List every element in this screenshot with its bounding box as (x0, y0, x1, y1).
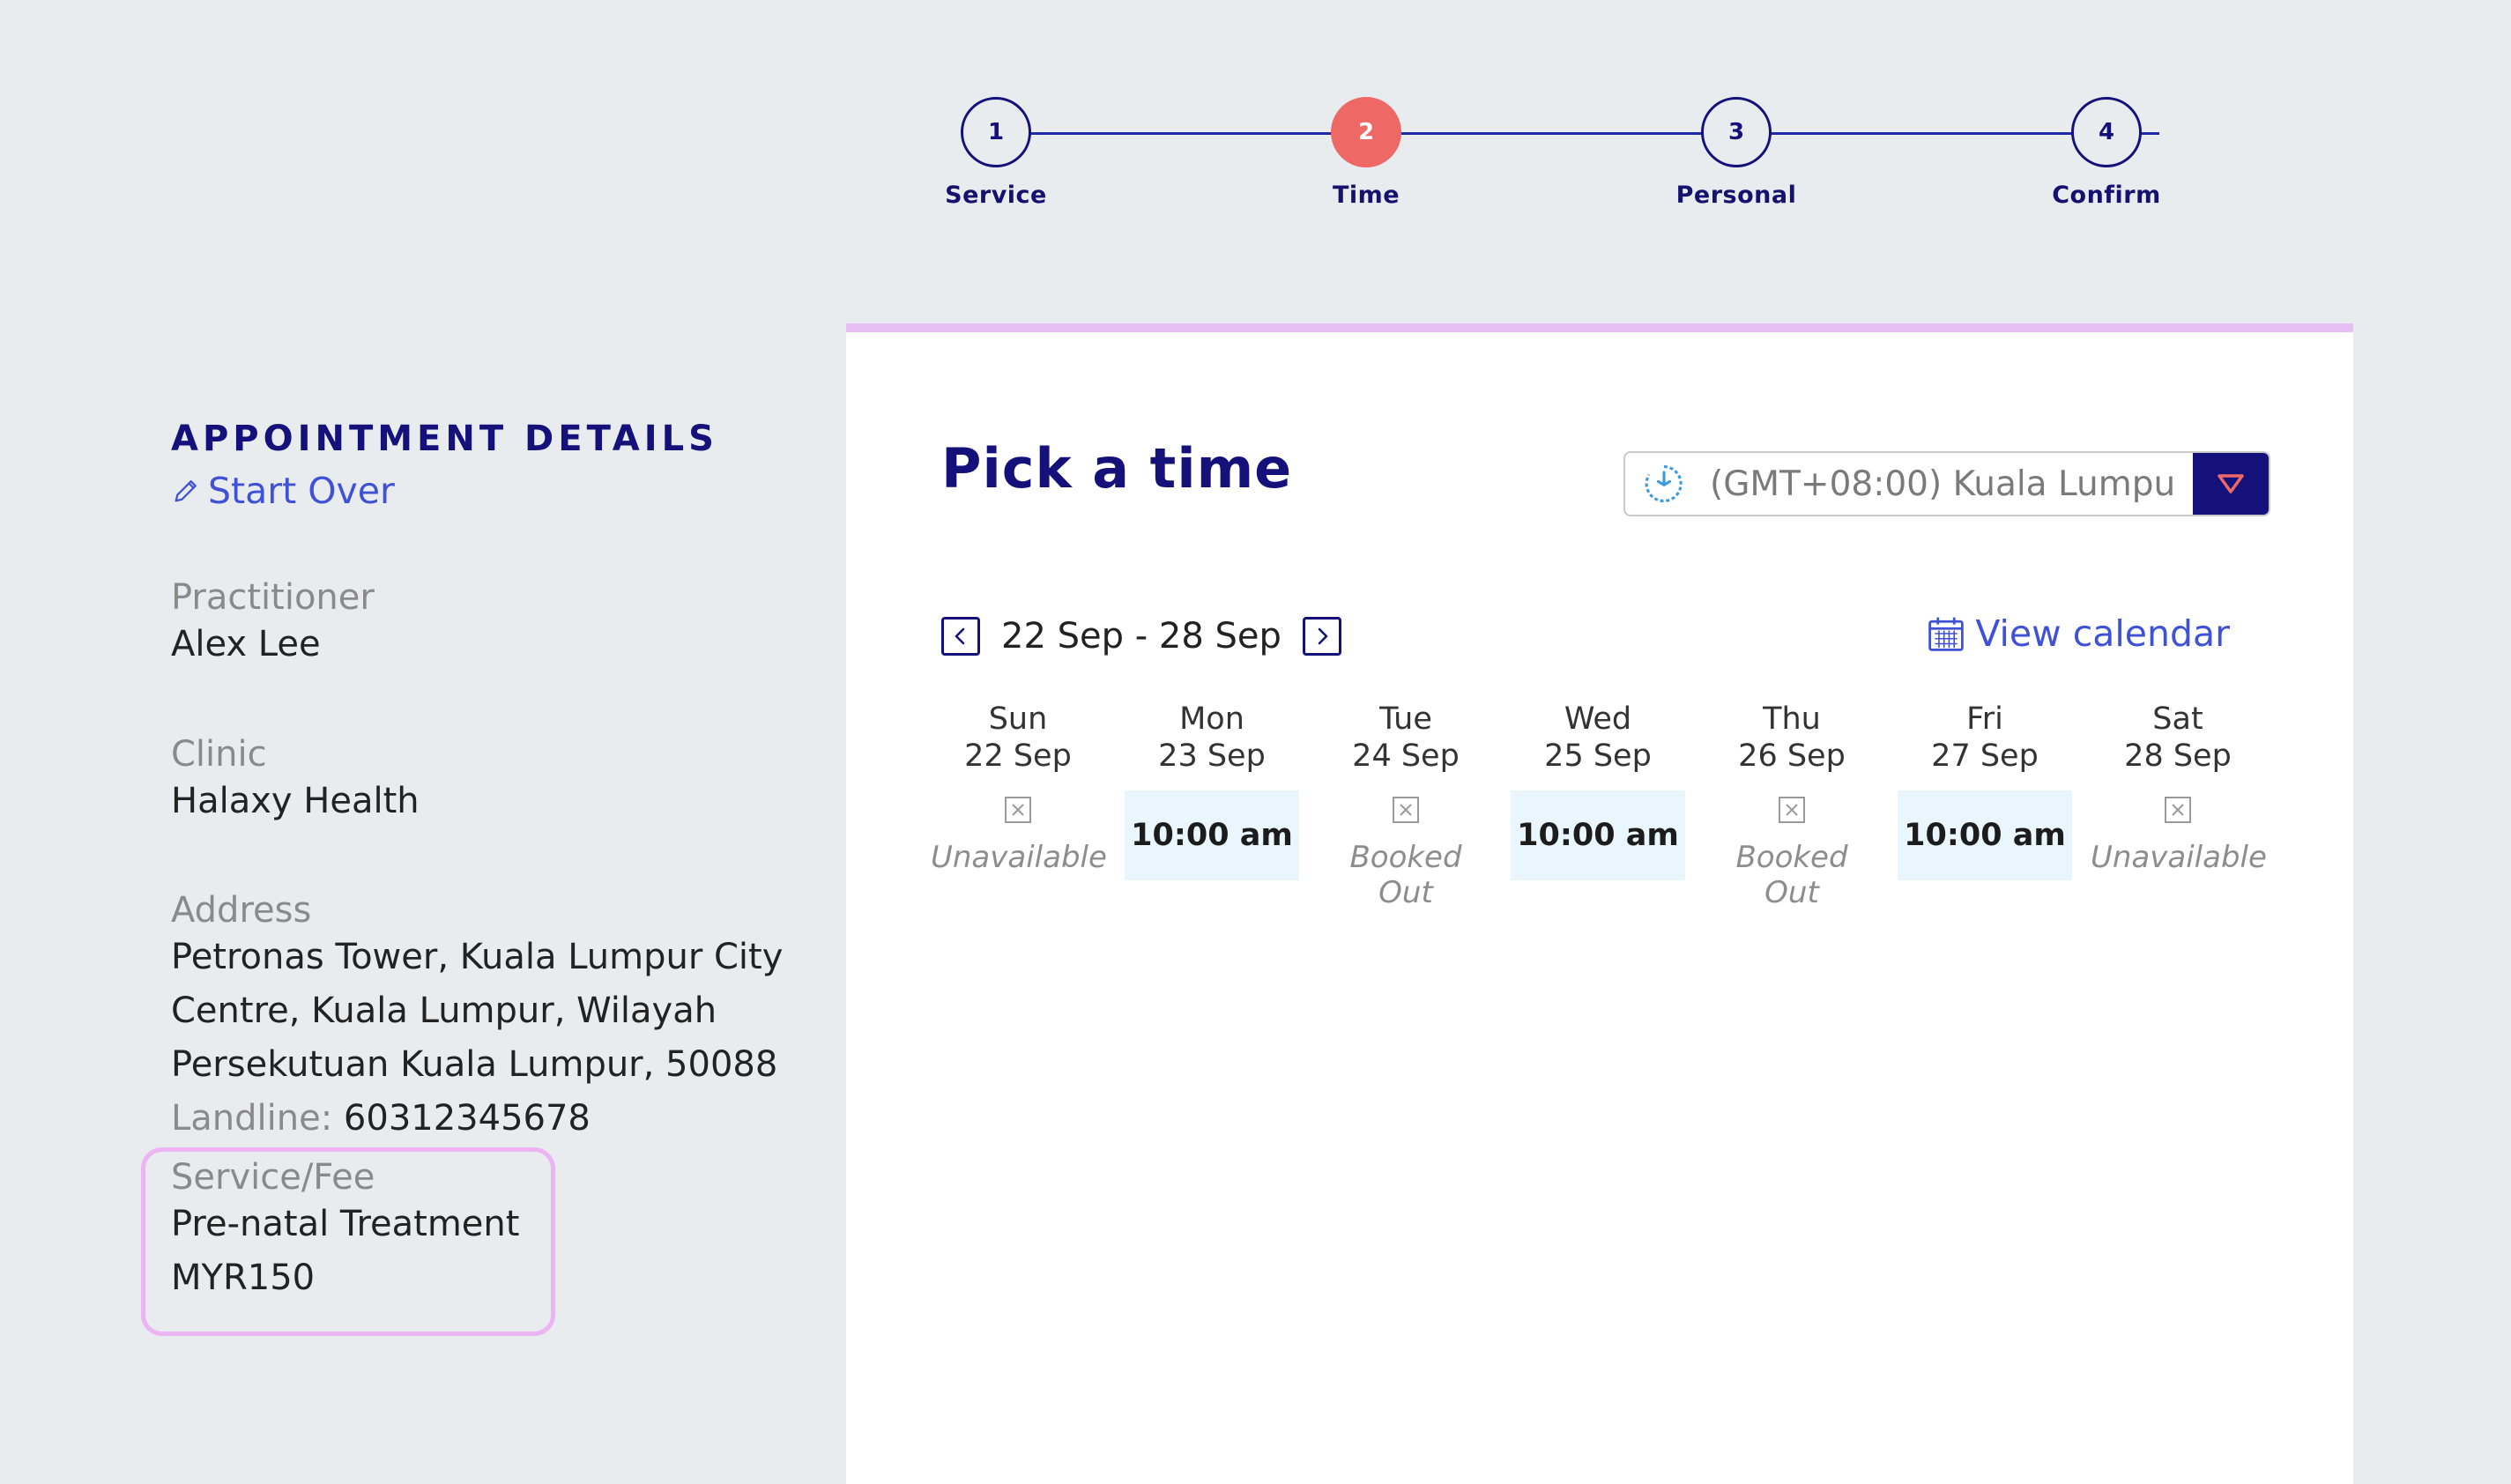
week-navigation: 22 Sep - 28 Sep (941, 616, 1341, 657)
step-time[interactable]: 2 Time (1278, 97, 1454, 209)
step-label: Service (945, 182, 1047, 209)
no-slot: Unavailable (931, 796, 1107, 884)
day-name: Thu (1763, 701, 1821, 737)
no-slot: Booked Out (1705, 796, 1879, 910)
practitioner-block: Practitioner Alex Lee (171, 577, 375, 672)
service-fee-label: Service/Fee (171, 1157, 375, 1198)
x-box-icon (1779, 797, 1805, 823)
address-line: Petronas Tower, Kuala Lumpur City (171, 937, 784, 977)
step-number: 3 (1701, 97, 1772, 167)
step-service[interactable]: 1 Service (908, 97, 1084, 209)
no-slot: Booked Out (1319, 796, 1493, 910)
slot-status: Booked Out (1349, 840, 1462, 910)
chevron-right-icon (1318, 627, 1328, 645)
day-date: 25 Sep (1544, 738, 1652, 774)
day-column-tue: Tue 24 Sep Booked Out (1319, 701, 1493, 910)
day-date: 27 Sep (1931, 738, 2039, 774)
page-title: Pick a time (941, 436, 1293, 501)
clinic-label: Clinic (171, 734, 267, 775)
day-column-sun: Sun 22 Sep Unavailable (931, 701, 1107, 884)
day-column-wed: Wed 25 Sep 10:00 am (1511, 701, 1685, 880)
clinic-value: Halaxy Health (171, 781, 420, 821)
step-label: Time (1332, 182, 1400, 209)
landline-value: 60312345678 (343, 1098, 591, 1139)
step-number: 2 (1331, 97, 1401, 167)
triangle-down-icon (2218, 474, 2244, 493)
slot-status: Booked Out (1735, 840, 1848, 910)
practitioner-value: Alex Lee (171, 624, 321, 664)
week-days-grid: Sun 22 Sep Unavailable Mon 23 Sep 10:00 … (931, 701, 2288, 910)
day-name: Sun (988, 701, 1048, 737)
time-picker-card: Pick a time (GMT+08:00) Kuala Lumpur, S … (846, 323, 2353, 1484)
progress-stepper: 1 Service 2 Time 3 Personal 4 Confirm (945, 97, 2195, 211)
day-date: 22 Sep (964, 738, 1072, 774)
x-box-icon (2165, 797, 2191, 823)
step-label: Confirm (2052, 182, 2161, 209)
day-date: 23 Sep (1158, 738, 1266, 774)
stepper-line (996, 132, 2159, 135)
day-name: Mon (1179, 701, 1244, 737)
day-name: Sat (2152, 701, 2203, 737)
day-date: 24 Sep (1352, 738, 1460, 774)
service-name: Pre-natal Treatment (171, 1204, 520, 1244)
day-date: 26 Sep (1738, 738, 1846, 774)
prev-week-button[interactable] (941, 617, 980, 656)
time-slot-button[interactable]: 10:00 am (1898, 790, 2072, 880)
calendar-icon (1928, 617, 1965, 651)
start-over-link[interactable]: Start Over (171, 470, 841, 512)
day-name: Tue (1379, 701, 1432, 737)
chevron-left-icon (955, 627, 965, 645)
no-slot: Unavailable (2091, 796, 2267, 884)
view-calendar-link[interactable]: View calendar (1926, 612, 2230, 655)
service-fee-block: Service/Fee Pre-natal Treatment MYR150 (171, 1157, 519, 1305)
day-name: Wed (1564, 701, 1632, 737)
clinic-block: Clinic Halaxy Health (171, 734, 420, 828)
next-week-button[interactable] (1302, 617, 1341, 656)
x-box-icon (1393, 797, 1419, 823)
address-line: Centre, Kuala Lumpur, Wilayah (171, 991, 717, 1031)
x-box-icon (1005, 797, 1031, 823)
view-calendar-label: View calendar (1975, 612, 2230, 655)
step-confirm[interactable]: 4 Confirm (2018, 97, 2195, 209)
booking-page: 1 Service 2 Time 3 Personal 4 Confirm AP… (0, 0, 2511, 1484)
practitioner-label: Practitioner (171, 577, 375, 618)
day-name: Fri (1966, 701, 2003, 737)
service-fee: MYR150 (171, 1258, 316, 1298)
step-number: 1 (961, 97, 1031, 167)
week-range: 22 Sep - 28 Sep (1001, 616, 1282, 657)
landline-label: Landline: (171, 1098, 333, 1139)
day-column-thu: Thu 26 Sep Booked Out (1705, 701, 1879, 910)
time-slot-button[interactable]: 10:00 am (1511, 790, 1685, 880)
time-slot-button[interactable]: 10:00 am (1125, 790, 1299, 880)
day-column-mon: Mon 23 Sep 10:00 am (1125, 701, 1299, 880)
address-label: Address (171, 890, 312, 931)
slot-status: Unavailable (2091, 840, 2267, 875)
pencil-icon (175, 480, 197, 502)
day-column-fri: Fri 27 Sep 10:00 am (1898, 701, 2072, 880)
address-line: Persekutuan Kuala Lumpur, 50088 (171, 1044, 778, 1085)
address-block: Address Petronas Tower, Kuala Lumpur Cit… (171, 890, 806, 1146)
step-number: 4 (2071, 97, 2142, 167)
timezone-icon (1645, 464, 1683, 503)
start-over-label: Start Over (208, 470, 395, 512)
landline-row: Landline: 60312345678 (171, 1092, 806, 1146)
timezone-value: (GMT+08:00) Kuala Lumpur, S (1710, 464, 2177, 504)
slot-status: Unavailable (931, 840, 1107, 875)
day-column-sat: Sat 28 Sep Unavailable (2091, 701, 2267, 884)
day-date: 28 Sep (2124, 738, 2232, 774)
appointment-details-title: APPOINTMENT DETAILS (171, 419, 718, 459)
timezone-select[interactable]: (GMT+08:00) Kuala Lumpur, S (1623, 451, 2270, 516)
step-personal[interactable]: 3 Personal (1648, 97, 1824, 209)
step-label: Personal (1675, 182, 1797, 209)
timezone-dropdown-button[interactable] (2193, 453, 2269, 515)
appointment-details-panel: APPOINTMENT DETAILS Start Over Practitio… (141, 419, 841, 1336)
